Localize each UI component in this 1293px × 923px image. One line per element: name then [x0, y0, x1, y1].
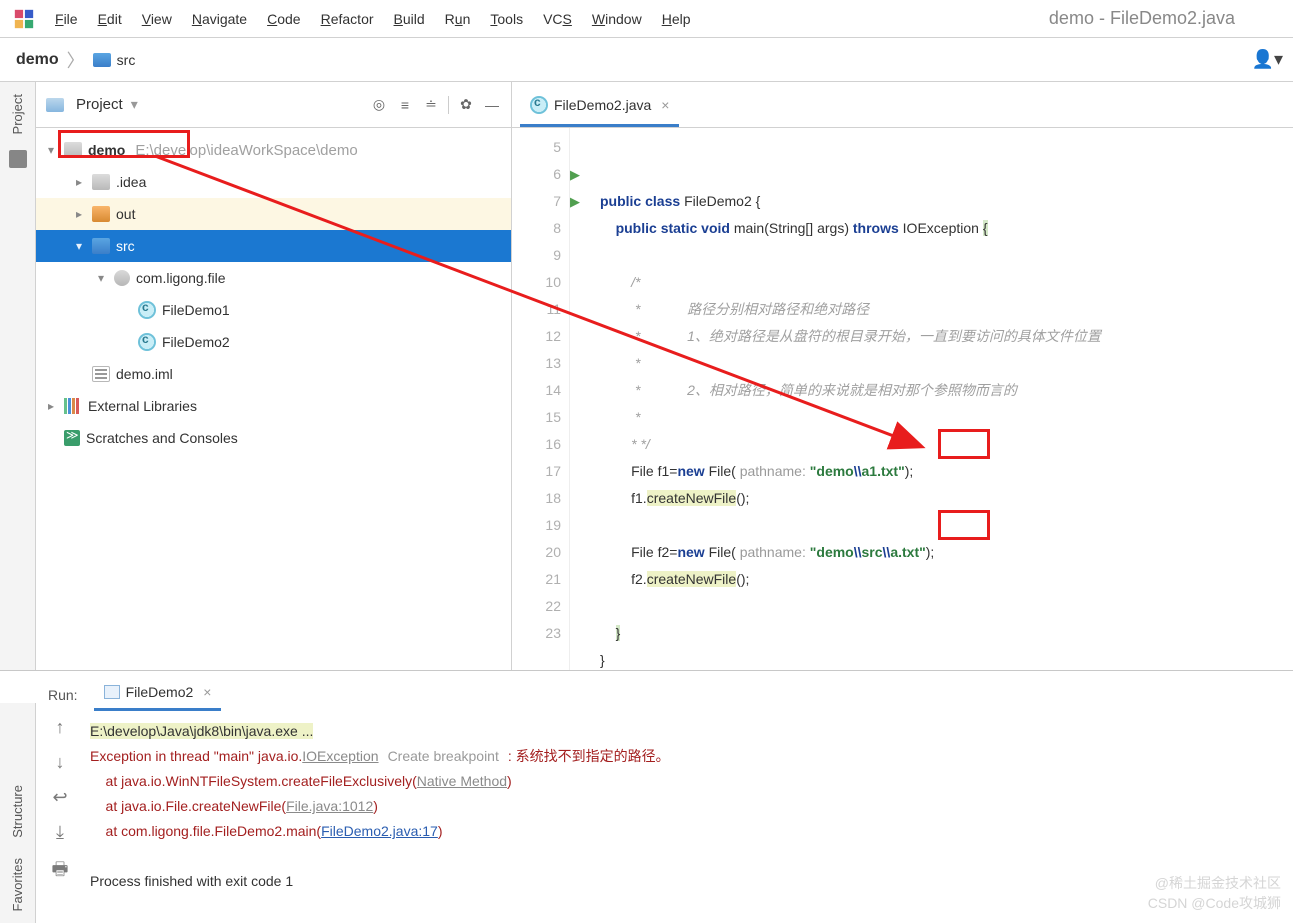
window-title: demo - FileDemo2.java — [1049, 8, 1235, 29]
left-tool-rail-bottom: Favorites Structure — [0, 703, 36, 923]
menu-tools[interactable]: Tools — [480, 6, 533, 32]
rail-project-icon[interactable] — [9, 150, 27, 168]
exception-link[interactable]: IOException — [302, 748, 378, 764]
tree-scratches[interactable]: Scratches and Consoles — [36, 422, 511, 454]
menu-run[interactable]: Run — [435, 6, 481, 32]
breadcrumb-sep-icon: 〉 — [67, 47, 85, 73]
tree-file-demo1[interactable]: FileDemo1 — [36, 294, 511, 326]
breadcrumb-bar: demo 〉 src 👤▾ — [0, 38, 1293, 82]
editor-tab-label: FileDemo2.java — [554, 97, 651, 113]
scroll-end-icon[interactable]: ⤓ — [56, 822, 64, 843]
folder-icon — [92, 174, 110, 190]
editor: FileDemo2.java × 56789101112131415161718… — [512, 82, 1293, 670]
tree-out[interactable]: ▸out — [36, 198, 511, 230]
menu-vcs[interactable]: VCS — [533, 6, 582, 32]
rail-structure-tab[interactable]: Structure — [10, 781, 25, 842]
tree-root-demo[interactable]: ▾ demo E:\develop\ideaWorkSpace\demo — [36, 134, 511, 166]
editor-tabbar: FileDemo2.java × — [512, 82, 1293, 128]
stack-link-1[interactable]: Native Method — [417, 773, 507, 789]
rail-project-tab[interactable]: Project — [10, 90, 25, 138]
close-run-tab-icon[interactable]: × — [203, 684, 211, 700]
collapse-all-icon[interactable]: ≐ — [422, 96, 440, 114]
print-icon[interactable]: 🖶 — [52, 857, 69, 887]
project-panel: Project ▾ ◎ ≡ ≐ ✿ — ▾ demo E:\develop\id… — [36, 82, 512, 670]
menu-bar: File Edit View Navigate Code Refactor Bu… — [0, 0, 1293, 38]
app-logo-icon — [13, 8, 35, 30]
run-tab[interactable]: FileDemo2 × — [94, 676, 222, 711]
java-class-icon — [138, 333, 156, 351]
soft-wrap-icon[interactable]: ↩ — [52, 787, 67, 808]
tree-idea[interactable]: ▸.idea — [36, 166, 511, 198]
menu-help[interactable]: Help — [652, 6, 701, 32]
stack-link-2[interactable]: File.java:1012 — [286, 798, 373, 814]
menu-navigate[interactable]: Navigate — [182, 6, 257, 32]
menu-view[interactable]: View — [132, 6, 182, 32]
console-output[interactable]: E:\develop\Java\jdk8\bin\java.exe ... Ex… — [80, 711, 1293, 923]
menu-window[interactable]: Window — [582, 6, 652, 32]
breadcrumb-root[interactable]: demo — [10, 49, 65, 71]
run-main-icon[interactable]: ▶ — [570, 188, 590, 215]
run-tab-label: FileDemo2 — [126, 684, 194, 700]
annotation-box-2 — [938, 429, 990, 459]
down-arrow-icon[interactable]: ↓ — [56, 752, 65, 773]
main-area: Project Project ▾ ◎ ≡ ≐ ✿ — ▾ demo E:\de… — [0, 82, 1293, 670]
run-class-icon[interactable]: ▶ — [570, 161, 590, 188]
tree-external-libs[interactable]: ▸External Libraries — [36, 390, 511, 422]
line-gutter[interactable]: 567891011121314151617181920212223 — [512, 128, 570, 670]
menu-code[interactable]: Code — [257, 6, 310, 32]
source-folder-icon — [92, 238, 110, 254]
run-gutter: ▶ ▶ — [570, 128, 590, 670]
rail-favorites-tab[interactable]: Favorites — [10, 854, 25, 915]
dropdown-icon[interactable]: ▾ — [131, 96, 138, 113]
expand-all-icon[interactable]: ≡ — [396, 96, 414, 114]
project-view-icon — [46, 98, 64, 112]
menu-refactor[interactable]: Refactor — [311, 6, 384, 32]
up-arrow-icon[interactable]: ↑ — [56, 717, 65, 738]
tree-iml[interactable]: demo.iml — [36, 358, 511, 390]
package-icon — [114, 270, 130, 286]
locate-icon[interactable]: ◎ — [370, 96, 388, 114]
project-panel-header: Project ▾ ◎ ≡ ≐ ✿ — — [36, 82, 511, 128]
annotation-box-3 — [938, 510, 990, 540]
run-panel: Run: FileDemo2 × ▶ 🔧 ■ 📷 ↑ ↓ ↩ ⤓ 🖶 E:\de… — [0, 670, 1293, 923]
left-tool-rail: Project — [0, 82, 36, 670]
java-class-icon — [530, 96, 548, 114]
java-class-icon — [138, 301, 156, 319]
application-icon — [104, 685, 120, 699]
hide-panel-icon[interactable]: — — [483, 96, 501, 114]
tree-package[interactable]: ▾com.ligong.file — [36, 262, 511, 294]
tree-src[interactable]: ▾src — [36, 230, 511, 262]
user-menu-button[interactable]: 👤▾ — [1252, 49, 1283, 70]
tree-file-demo2[interactable]: FileDemo2 — [36, 326, 511, 358]
run-body: ▶ 🔧 ■ 📷 ↑ ↓ ↩ ⤓ 🖶 E:\develop\Java\jdk8\b… — [0, 711, 1293, 923]
close-tab-icon[interactable]: × — [661, 97, 669, 113]
module-icon — [64, 142, 82, 158]
project-tree: ▾ demo E:\develop\ideaWorkSpace\demo ▸.i… — [36, 128, 511, 670]
run-panel-header: Run: FileDemo2 × — [0, 671, 1293, 711]
settings-icon[interactable]: ✿ — [457, 96, 475, 114]
code-area[interactable]: 567891011121314151617181920212223 ▶ ▶ pu… — [512, 128, 1293, 670]
folder-icon — [92, 206, 110, 222]
code-content[interactable]: public class FileDemo2 { public static v… — [590, 128, 1111, 670]
file-icon — [92, 366, 110, 382]
breadcrumb-src[interactable]: src — [87, 50, 142, 70]
run-label: Run: — [48, 687, 78, 711]
menu-build[interactable]: Build — [384, 6, 435, 32]
scratch-icon — [64, 430, 80, 446]
menu-edit[interactable]: Edit — [88, 6, 132, 32]
menu-file[interactable]: File — [45, 6, 88, 32]
library-icon — [64, 398, 82, 414]
run-toolbar-2: ↑ ↓ ↩ ⤓ 🖶 — [40, 711, 80, 923]
editor-tab[interactable]: FileDemo2.java × — [520, 88, 679, 127]
project-panel-title[interactable]: Project — [76, 96, 123, 113]
folder-icon — [93, 53, 111, 67]
stack-link-3[interactable]: FileDemo2.java:17 — [321, 823, 438, 839]
exec-line: E:\develop\Java\jdk8\bin\java.exe ... — [90, 723, 313, 739]
